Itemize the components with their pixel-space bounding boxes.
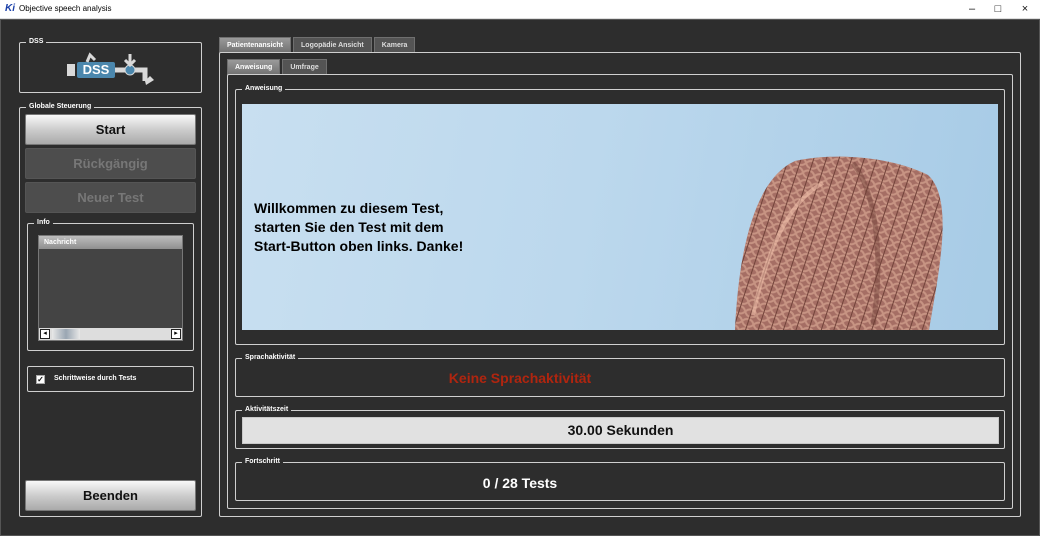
global-control-legend: Globale Steuerung bbox=[26, 102, 95, 112]
welcome-line-3: Start-Button oben links. Danke! bbox=[254, 238, 464, 254]
horizontal-scrollbar[interactable]: ◂ ▸ bbox=[39, 328, 182, 340]
microphone-image bbox=[735, 156, 943, 330]
welcome-message: Willkommen zu diesem Test, starten Sie d… bbox=[254, 199, 544, 256]
dss-logo: DSS bbox=[67, 52, 154, 85]
sub-tabs: Anweisung Umfrage bbox=[227, 59, 329, 75]
instruction-legend: Anweisung bbox=[242, 84, 286, 94]
app-logo-icon: Ki bbox=[5, 3, 15, 14]
activity-time-legend: Aktivitätszeit bbox=[242, 405, 292, 415]
minimize-button[interactable]: – bbox=[958, 0, 986, 19]
scroll-right-button[interactable]: ▸ bbox=[171, 329, 181, 339]
progress-value: 0 / 28 Tests bbox=[482, 475, 558, 491]
tab-kamera[interactable]: Kamera bbox=[373, 37, 416, 53]
speech-activity-status: Keine Sprachaktivität bbox=[448, 370, 592, 386]
undo-button[interactable]: Rückgängig bbox=[25, 148, 196, 179]
progress-legend: Fortschritt bbox=[242, 457, 283, 467]
message-column-header[interactable]: Nachricht bbox=[39, 236, 182, 249]
activity-time-bar: 30.00 Sekunden bbox=[242, 417, 999, 444]
tab-patientenansicht[interactable]: Patientenansicht bbox=[219, 37, 292, 53]
dss-logo-text: DSS bbox=[83, 62, 110, 77]
activity-time-value: 30.00 Sekunden bbox=[567, 422, 674, 438]
window-title: Objective speech analysis bbox=[19, 4, 112, 13]
maximize-button[interactable]: □ bbox=[984, 0, 1012, 19]
tab-anweisung[interactable]: Anweisung bbox=[227, 59, 281, 75]
dss-legend: DSS bbox=[26, 37, 47, 47]
main-tabs: Patientenansicht Logopädie Ansicht Kamer… bbox=[219, 37, 417, 53]
scroll-left-button[interactable]: ◂ bbox=[40, 329, 50, 339]
close-button[interactable]: × bbox=[1011, 0, 1039, 19]
info-legend: Info bbox=[34, 218, 53, 228]
tab-logopaedie-ansicht[interactable]: Logopädie Ansicht bbox=[293, 37, 372, 53]
welcome-line-1: Willkommen zu diesem Test, bbox=[254, 200, 444, 216]
window-titlebar: Ki Objective speech analysis – □ × bbox=[0, 0, 1040, 19]
speech-activity-legend: Sprachaktivität bbox=[242, 353, 299, 363]
tab-umfrage[interactable]: Umfrage bbox=[282, 59, 327, 75]
message-list[interactable]: Nachricht ◂ ▸ bbox=[38, 235, 183, 341]
start-button[interactable]: Start bbox=[25, 114, 196, 145]
welcome-line-2: starten Sie den Test mit dem bbox=[254, 219, 444, 235]
new-test-button[interactable]: Neuer Test bbox=[25, 182, 196, 213]
scroll-thumb[interactable] bbox=[52, 329, 80, 339]
